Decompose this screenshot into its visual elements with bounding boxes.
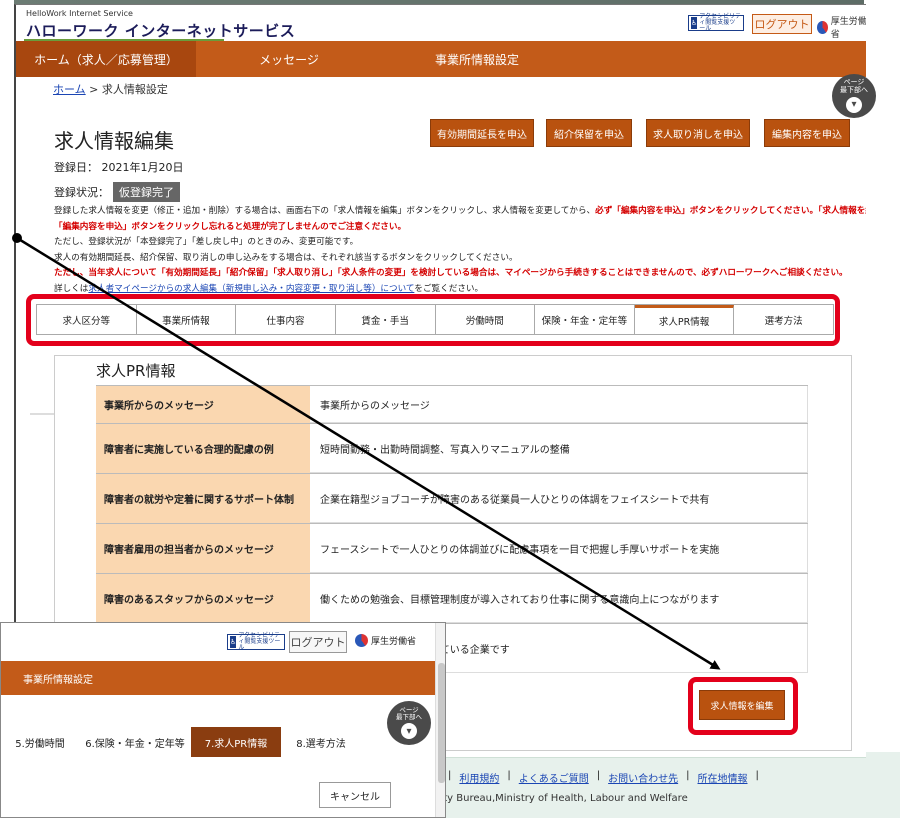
scrollbar-thumb[interactable] xyxy=(438,663,445,783)
right-margin-footer xyxy=(864,752,900,818)
row-label: 障害者雇用の担当者からのメッセージ xyxy=(96,524,310,573)
extend-period-button[interactable]: 有効期間延長を申込 xyxy=(430,119,534,147)
site-header: HelloWork Internet Service ハローワーク インターネッ… xyxy=(16,5,866,41)
row-value: 働くための勉強会、目標管理制度が導入されており仕事に関する意識向上につながります xyxy=(310,574,808,623)
inset-nav-company-settings[interactable]: 事業所情報設定 xyxy=(1,661,435,695)
row-value: フェースシートで一人ひとりの体調並びに配慮事項を一目で把握し手厚いサポートを実施 xyxy=(310,524,808,573)
step-working-hours[interactable]: 5.労働時間 xyxy=(1,727,79,757)
note-line-3: ただし、登録状況が「本登録完了」「差し戻し中」のときのみ、変更可能です。 xyxy=(54,237,359,247)
inset-scrollbar[interactable] xyxy=(435,623,445,817)
logo-small-text: HelloWork Internet Service xyxy=(26,9,133,18)
referral-hold-button[interactable]: 紹介保留を申込 xyxy=(546,119,632,147)
footer-links: ー | 利用規約 | よくあるご質問 | お問い合わせ先 | 所在地情報 | xyxy=(430,770,759,785)
table-row: 障害者雇用の担当者からのメッセージ フェースシートで一人ひとりの体調並びに配慮事… xyxy=(96,523,808,573)
accessibility-label: アクセシビリティ閲覧支援ツール xyxy=(699,13,741,32)
step-pr-info[interactable]: 7.求人PR情報 xyxy=(191,727,281,757)
registration-status-label: 登録状況： xyxy=(54,186,109,199)
accessibility-icon: ♿ xyxy=(230,636,237,648)
step-selection-method[interactable]: 8.選考方法 xyxy=(281,727,361,757)
footer-copyright: urity Bureau,Ministry of Health, Labour … xyxy=(430,793,688,804)
registration-date: 登録日： 2021年1月20日 xyxy=(54,161,184,174)
step-insurance[interactable]: 6.保険・年金・定年等 xyxy=(79,727,191,757)
footer-separator: | xyxy=(448,770,452,781)
footer-separator: | xyxy=(686,770,690,781)
inset-header: ♿ アクセシビリティ閲覧支援ツール ログアウト 厚生労働省 xyxy=(1,623,445,661)
row-value: 企業在籍型ジョブコーチが障害のある従業員一人ひとりの体調をフェイスシートで共有 xyxy=(310,474,808,523)
footer-separator: | xyxy=(507,770,511,781)
accessibility-icon: ♿ xyxy=(691,17,698,29)
ministry-mark-icon xyxy=(355,634,368,647)
tab-selection-method[interactable]: 選考方法 xyxy=(734,305,833,334)
tab-insurance[interactable]: 保険・年金・定年等 xyxy=(535,305,635,334)
logout-button[interactable]: ログアウト xyxy=(752,14,812,34)
global-nav: ホーム（求人／応募管理） メッセージ 事業所情報設定 xyxy=(16,41,866,77)
footer-separator: | xyxy=(596,770,601,781)
scroll-to-bottom-button[interactable]: ページ 最下部へ ▾ xyxy=(832,74,876,118)
ministry-logo[interactable]: 厚生労働省 xyxy=(817,14,866,40)
table-row: 事業所からのメッセージ 事業所からのメッセージ xyxy=(96,385,808,423)
nav-company-settings[interactable]: 事業所情報設定 xyxy=(382,41,572,77)
note-line-1: 登録した求人情報を変更（修正・追加・削除）する場合は、画面右下の「求人情報を編集… xyxy=(54,206,866,216)
pr-section-title: 求人PR情報 xyxy=(96,362,176,380)
tab-pr-info[interactable]: 求人PR情報 xyxy=(634,305,735,334)
tab-working-hours[interactable]: 労働時間 xyxy=(435,305,536,334)
tab-job-content[interactable]: 仕事内容 xyxy=(236,305,336,334)
chevron-down-icon: ▾ xyxy=(401,723,417,740)
right-margin xyxy=(864,0,900,818)
help-link[interactable]: 求人者マイページからの求人編集（新規申し込み・内容変更・取り消し等）について xyxy=(88,284,414,294)
scroll-label-2: 最下部へ xyxy=(840,86,868,94)
footer-link-contact[interactable]: お問い合わせ先 xyxy=(608,770,678,785)
note-line-2: 「編集内容を申込」ボタンをクリックし忘れると処理が完了しませんのでご注意ください… xyxy=(54,221,407,232)
row-value: 短時間勤務・出勤時間調整、写真入りマニュアルの整備 xyxy=(310,424,808,473)
nav-messages[interactable]: メッセージ xyxy=(196,41,382,77)
row-label: 事業所からのメッセージ xyxy=(96,386,310,423)
note-line-5: ただし、当年求人について「有効期間延長」「紹介保留」「求人取り消し」「求人条件の… xyxy=(54,268,848,278)
row-label: 障害者の就労や定着に関するサポート体制 xyxy=(96,474,310,523)
tab-job-category[interactable]: 求人区分等 xyxy=(37,305,137,334)
status-badge: 仮登録完了 xyxy=(113,182,180,202)
breadcrumb-separator: > xyxy=(89,83,102,96)
breadcrumb: ホーム > 求人情報設定 xyxy=(53,81,168,97)
chevron-down-icon: ▾ xyxy=(846,96,862,113)
row-label: 障害者に実施している合理的配慮の例 xyxy=(96,424,310,473)
table-row: 障害のあるスタッフからのメッセージ 働くための勉強会、目標管理制度が導入されてお… xyxy=(96,573,808,623)
ministry-label: 厚生労働省 xyxy=(371,637,417,647)
inset-accessibility-button[interactable]: ♿ アクセシビリティ閲覧支援ツール xyxy=(227,632,285,651)
footer-link-terms[interactable]: 利用規約 xyxy=(459,770,499,785)
edit-job-button[interactable]: 求人情報を編集 xyxy=(699,690,785,720)
cancel-button[interactable]: キャンセル xyxy=(319,782,391,808)
note-line-4: 求人の有効期間延長、紹介保留、取り消しの申し込みをする場合は、それぞれ該当するボ… xyxy=(54,252,518,263)
cancel-job-button[interactable]: 求人取り消しを申込 xyxy=(646,119,750,147)
row-label: 障害のあるスタッフからのメッセージ xyxy=(96,574,310,623)
tab-wages[interactable]: 賃金・手当 xyxy=(335,305,436,334)
footer-separator: | xyxy=(755,770,759,781)
tab-company-info[interactable]: 事業所情報 xyxy=(136,305,237,334)
ministry-mark-icon xyxy=(817,20,828,34)
page-title: 求人情報編集 xyxy=(54,129,174,153)
inset-ministry-logo[interactable]: 厚生労働省 xyxy=(355,634,416,647)
footer-link-faq[interactable]: よくあるご質問 xyxy=(519,770,589,785)
submit-edit-button[interactable]: 編集内容を申込 xyxy=(764,119,850,147)
inset-logout-button[interactable]: ログアウト xyxy=(289,631,347,653)
ministry-label: 厚生労働省 xyxy=(830,17,866,40)
row-value: 事業所からのメッセージ xyxy=(310,386,808,423)
nav-home[interactable]: ホーム（求人／応募管理） xyxy=(16,41,196,77)
inset-step-tabs: 5.労働時間 6.保険・年金・定年等 7.求人PR情報 8.選考方法 xyxy=(1,727,381,757)
section-tabs: 求人区分等 事業所情報 仕事内容 賃金・手当 労働時間 保険・年金・定年等 求人… xyxy=(36,304,834,335)
table-row: 障害者に実施している合理的配慮の例 短時間勤務・出勤時間調整、写真入りマニュアル… xyxy=(96,423,808,473)
site-logo[interactable]: ハローワーク インターネットサービス xyxy=(26,20,295,41)
accessibility-label: アクセシビリティ閲覧支援ツール xyxy=(238,632,281,651)
accessibility-tool-button[interactable]: ♿ アクセシビリティ閲覧支援ツール xyxy=(688,13,744,32)
inset-scroll-to-bottom-button[interactable]: ページ 最下部へ ▾ xyxy=(387,701,431,745)
breadcrumb-current: 求人情報設定 xyxy=(101,83,168,96)
footer-link-locations[interactable]: 所在地情報 xyxy=(698,770,748,785)
inset-screenshot: ♿ アクセシビリティ閲覧支援ツール ログアウト 厚生労働省 事業所情報設定 ペー… xyxy=(0,622,446,818)
breadcrumb-home-link[interactable]: ホーム xyxy=(53,83,86,96)
registration-status: 登録状況： 仮登録完了 xyxy=(54,182,180,202)
table-row: 障害者の就労や定着に関するサポート体制 企業在籍型ジョブコーチが障害のある従業員… xyxy=(96,473,808,523)
instructions: 登録した求人情報を変更（修正・追加・削除）する場合は、画面右下の「求人情報を編集… xyxy=(54,204,866,297)
